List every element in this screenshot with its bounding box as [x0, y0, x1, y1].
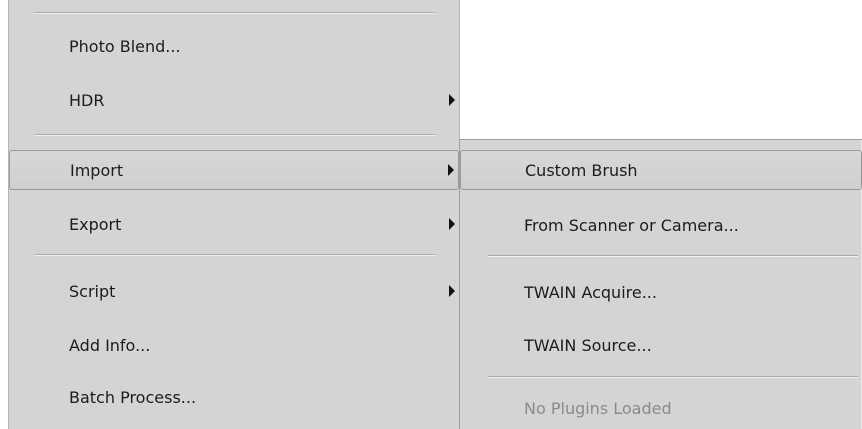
context-menu: Photo Blend... HDR Import Export Script … [8, 0, 460, 429]
menu-item-label: Import [70, 160, 124, 180]
submenu-item-twain-acquire[interactable]: TWAIN Acquire... [460, 272, 862, 312]
menu-item-export[interactable]: Export [9, 204, 459, 244]
menu-item-label: Batch Process... [69, 387, 197, 407]
import-submenu: Custom Brush From Scanner or Camera... T… [459, 139, 862, 429]
menu-separator [488, 255, 858, 257]
menu-item-label: From Scanner or Camera... [524, 215, 739, 235]
submenu-item-from-scanner[interactable]: From Scanner or Camera... [460, 205, 862, 245]
submenu-item-twain-source[interactable]: TWAIN Source... [460, 325, 862, 365]
submenu-arrow-icon [449, 94, 455, 106]
menu-item-import[interactable]: Import [9, 150, 459, 190]
menu-item-label: Add Info... [69, 335, 151, 355]
menu-item-label: Custom Brush [525, 160, 638, 180]
menu-item-label: HDR [69, 90, 105, 110]
menu-separator [35, 254, 435, 256]
submenu-arrow-icon [448, 164, 454, 176]
menu-item-label: Export [69, 214, 122, 234]
menu-item-label: Photo Blend... [69, 36, 181, 56]
menu-item-batch-process[interactable]: Batch Process... [9, 377, 459, 417]
menu-item-add-info[interactable]: Add Info... [9, 325, 459, 365]
menu-item-hdr[interactable]: HDR [9, 80, 459, 120]
submenu-item-no-plugins: No Plugins Loaded [460, 388, 862, 428]
submenu-arrow-icon [449, 285, 455, 297]
menu-separator [35, 12, 435, 14]
menu-item-label: TWAIN Acquire... [524, 282, 657, 302]
menu-item-script[interactable]: Script [9, 271, 459, 311]
menu-separator [488, 376, 858, 378]
submenu-item-custom-brush[interactable]: Custom Brush [460, 150, 862, 190]
menu-item-label: No Plugins Loaded [524, 398, 672, 418]
menu-item-label: Script [69, 281, 116, 301]
submenu-arrow-icon [449, 218, 455, 230]
menu-separator [35, 134, 435, 136]
menu-item-label: TWAIN Source... [524, 335, 652, 355]
menu-item-photo-blend[interactable]: Photo Blend... [9, 26, 459, 66]
